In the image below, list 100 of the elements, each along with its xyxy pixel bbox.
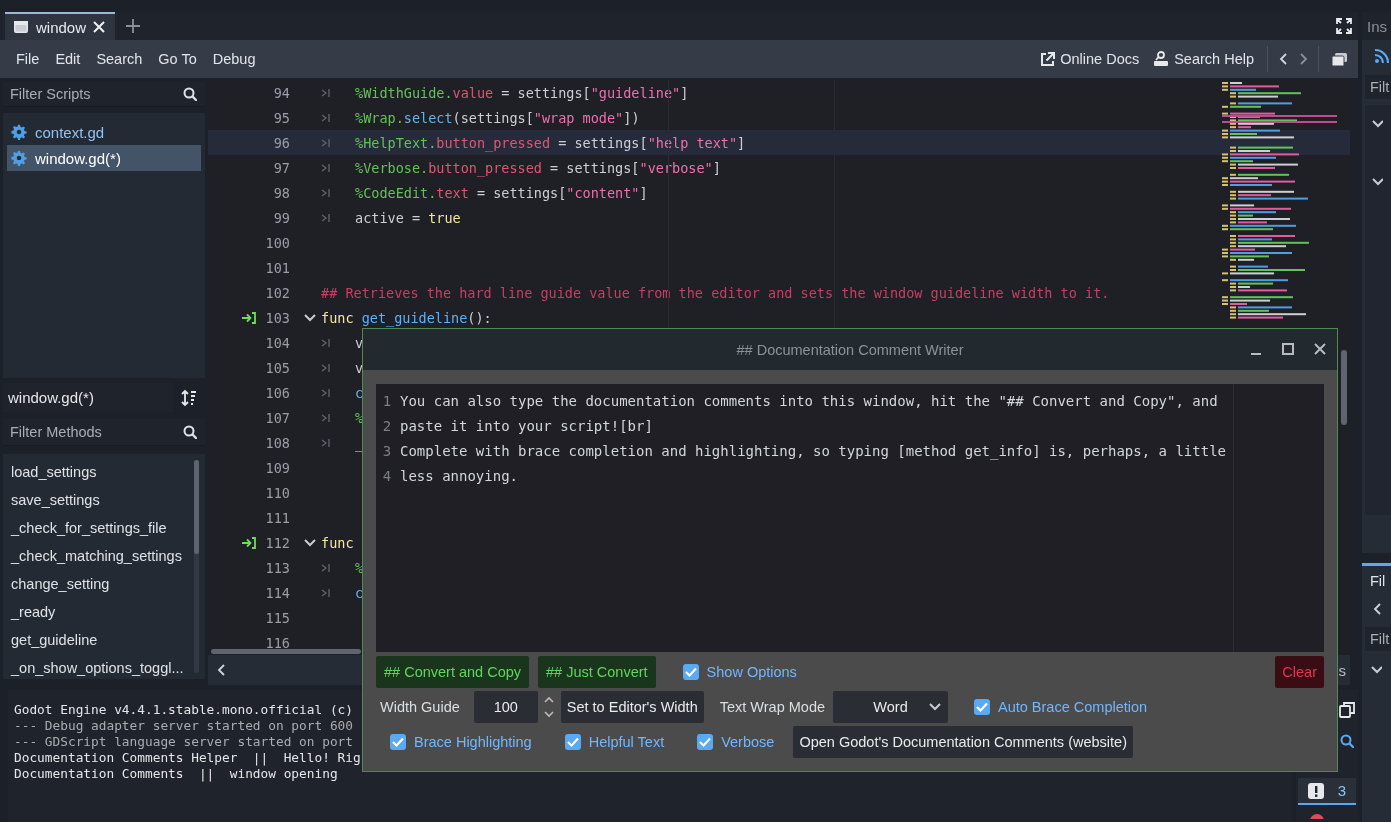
warning-icon <box>1307 782 1324 799</box>
gear-icon <box>11 150 27 166</box>
warnings-toggle[interactable]: 3 <box>1297 778 1357 805</box>
filter-methods-field[interactable]: Filter Methods <box>3 419 205 446</box>
filter-field[interactable]: Filt <box>1365 627 1391 651</box>
copy-icon[interactable] <box>1339 702 1355 718</box>
wrap-mode-dropdown[interactable]: Word <box>833 691 948 723</box>
convert-button[interactable]: ## Convert and Copy <box>376 656 530 688</box>
code-line: active = true <box>355 209 461 226</box>
line-number: 101 <box>264 259 290 276</box>
checkbox[interactable]: Brace Highlighting <box>390 734 532 750</box>
code-line: v <box>355 334 364 351</box>
code-line: c <box>355 584 364 601</box>
line-number: 102 <box>264 284 290 301</box>
magnifier-doc-icon <box>1153 51 1170 67</box>
maximize-icon[interactable] <box>1281 342 1295 356</box>
line-number: 98 <box>272 184 290 201</box>
code-line: func <box>321 534 354 551</box>
code-line: func get_guideline(): <box>321 309 492 326</box>
help-link[interactable]: Search Help <box>1146 47 1261 71</box>
checkbox[interactable]: Verbose <box>697 734 775 750</box>
line-number: 94 <box>272 84 290 101</box>
line-number: 116 <box>264 634 290 651</box>
scrollbar[interactable] <box>211 649 361 654</box>
clear-button[interactable]: Clear <box>1275 656 1324 688</box>
method-item[interactable]: _check_for_settings_file <box>7 514 201 542</box>
editor-text-line: paste it into your script![br] <box>400 417 653 434</box>
docs-button[interactable]: Open Godot's Documentation Comments (website) <box>793 726 1133 758</box>
checkbox[interactable]: Show Options <box>682 664 797 680</box>
current-script-field: window.gd(*) <box>3 383 173 412</box>
field-label: Width Guide <box>380 699 460 715</box>
line-number: 108 <box>264 434 290 451</box>
check-icon <box>976 702 988 712</box>
code-line: %Verbose.button_pressed = settings["verbose"] <box>355 159 721 176</box>
menu-item[interactable]: Debug <box>204 47 264 71</box>
check-icon <box>684 667 697 677</box>
forward-icon[interactable] <box>1298 52 1308 66</box>
code-line: c <box>355 384 364 401</box>
convert-button[interactable]: ## Just Convert <box>538 656 656 688</box>
back-icon[interactable] <box>1278 52 1288 66</box>
line-number: 107 <box>264 409 290 426</box>
dock-tab[interactable]: Fil <box>1362 563 1391 596</box>
method-item[interactable]: save_settings <box>7 486 201 514</box>
external-link-icon <box>1040 51 1056 67</box>
editor-text-line: You can also type the documentation comments into this window, hit the "## Convert and Copy", and <box>400 392 1218 409</box>
scrollbar[interactable] <box>1341 350 1347 425</box>
sort-icon[interactable] <box>181 388 197 407</box>
collapse-icon[interactable] <box>216 663 226 677</box>
checkbox[interactable]: Helpful Text <box>564 734 665 750</box>
fullscreen-icon[interactable] <box>1336 18 1352 34</box>
chevron-down-icon[interactable] <box>1371 117 1383 129</box>
method-item[interactable]: load_settings <box>7 458 201 486</box>
method-item[interactable]: get_guideline <box>7 626 201 654</box>
status-text: s <box>1338 661 1346 679</box>
scrollbar[interactable] <box>194 460 199 554</box>
menu-item[interactable]: Search <box>88 47 151 71</box>
log-line: Godot Engine v4.4.1.stable.mono.official (c) <box>14 702 353 718</box>
rss-icon[interactable] <box>1374 48 1390 64</box>
document-tab[interactable]: window <box>5 12 116 40</box>
line-number: 103 <box>264 309 290 326</box>
script-item[interactable]: window.gd(*) <box>7 145 201 171</box>
log-line: Documentation Comments Helper || Hello! Rig <box>14 750 361 766</box>
check-icon <box>699 737 712 747</box>
check-icon <box>392 737 404 747</box>
chevron-down-icon[interactable] <box>1370 663 1382 675</box>
filter-scripts-field[interactable]: Filter Scripts <box>3 82 205 107</box>
stepper-arrows-icon[interactable] <box>542 695 555 719</box>
log-line: Documentation Comments || window opening <box>14 766 338 782</box>
comment-editor[interactable] <box>376 384 1324 652</box>
method-item[interactable]: _check_matching_settings <box>7 542 201 570</box>
menu-item[interactable]: Edit <box>47 47 89 71</box>
plus-icon[interactable] <box>125 18 142 34</box>
chevron-down-icon[interactable] <box>1371 175 1383 187</box>
windows-icon[interactable] <box>1331 51 1348 67</box>
field-label: Text Wrap Mode <box>719 699 825 715</box>
line-number: 106 <box>264 384 290 401</box>
menu-item[interactable]: File <box>8 47 48 71</box>
dock-tab[interactable]: Ins <box>1362 12 1391 40</box>
help-link[interactable]: Online Docs <box>1033 47 1147 71</box>
close-icon[interactable] <box>1313 342 1327 356</box>
log-line: --- GDScript language server started on port <box>14 734 353 750</box>
set-width-button[interactable]: Set to Editor's Width <box>560 691 704 723</box>
method-item[interactable]: _on_show_options_toggl... <box>7 654 201 682</box>
line-number: 112 <box>264 534 290 551</box>
close-icon <box>93 21 106 33</box>
number-field[interactable]: 100 <box>473 691 538 723</box>
minimap-drawing[interactable] <box>1222 80 1340 320</box>
method-item[interactable]: change_setting <box>7 570 201 598</box>
filter-field[interactable]: Filt <box>1365 75 1391 99</box>
checkbox[interactable]: Auto Brace Completion <box>974 699 1148 715</box>
menu-item[interactable]: Go To <box>150 47 205 71</box>
line-number: 1 <box>381 392 393 409</box>
line-number: 4 <box>381 467 393 484</box>
search-icon[interactable] <box>1340 734 1354 748</box>
method-item[interactable]: _ready <box>7 598 201 626</box>
line-number: 3 <box>381 442 393 459</box>
code-line: %Wrap.select(settings["wrap mode"]) <box>355 109 640 126</box>
search-icon <box>183 87 197 101</box>
back-icon[interactable] <box>1372 602 1382 616</box>
script-item[interactable]: context.gd <box>7 119 201 145</box>
